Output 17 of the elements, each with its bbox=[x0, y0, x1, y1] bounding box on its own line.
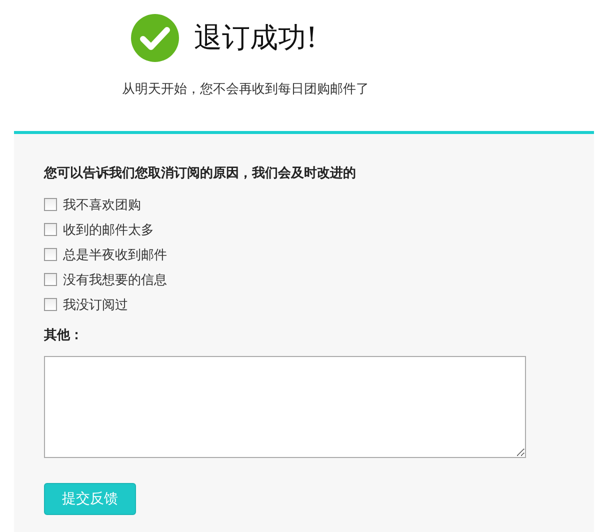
other-text-field[interactable] bbox=[44, 356, 526, 458]
subtitle: 从明天开始，您不会再收到每日团购邮件了 bbox=[122, 81, 370, 98]
checkbox-label: 总是半夜收到邮件 bbox=[63, 246, 167, 264]
checkbox[interactable] bbox=[44, 298, 57, 311]
page-title: 退订成功! bbox=[194, 20, 318, 56]
checkbox[interactable] bbox=[44, 273, 57, 286]
checkbox[interactable] bbox=[44, 223, 57, 236]
submit-button[interactable]: 提交反馈 bbox=[44, 483, 136, 515]
checkbox-label: 收到的邮件太多 bbox=[63, 222, 154, 238]
checkbox-label: 没有我想要的信息 bbox=[63, 272, 167, 288]
checkbox-label: 我不喜欢团购 bbox=[63, 196, 141, 214]
checkbox-label: 我没订阅过 bbox=[63, 296, 128, 314]
check-icon bbox=[130, 13, 180, 63]
other-label: 其他： bbox=[44, 327, 84, 344]
question-text: 您可以告诉我们您取消订阅的原因，我们会及时改进的 bbox=[44, 164, 357, 182]
checkbox[interactable] bbox=[44, 198, 57, 211]
checkbox[interactable] bbox=[44, 248, 57, 261]
